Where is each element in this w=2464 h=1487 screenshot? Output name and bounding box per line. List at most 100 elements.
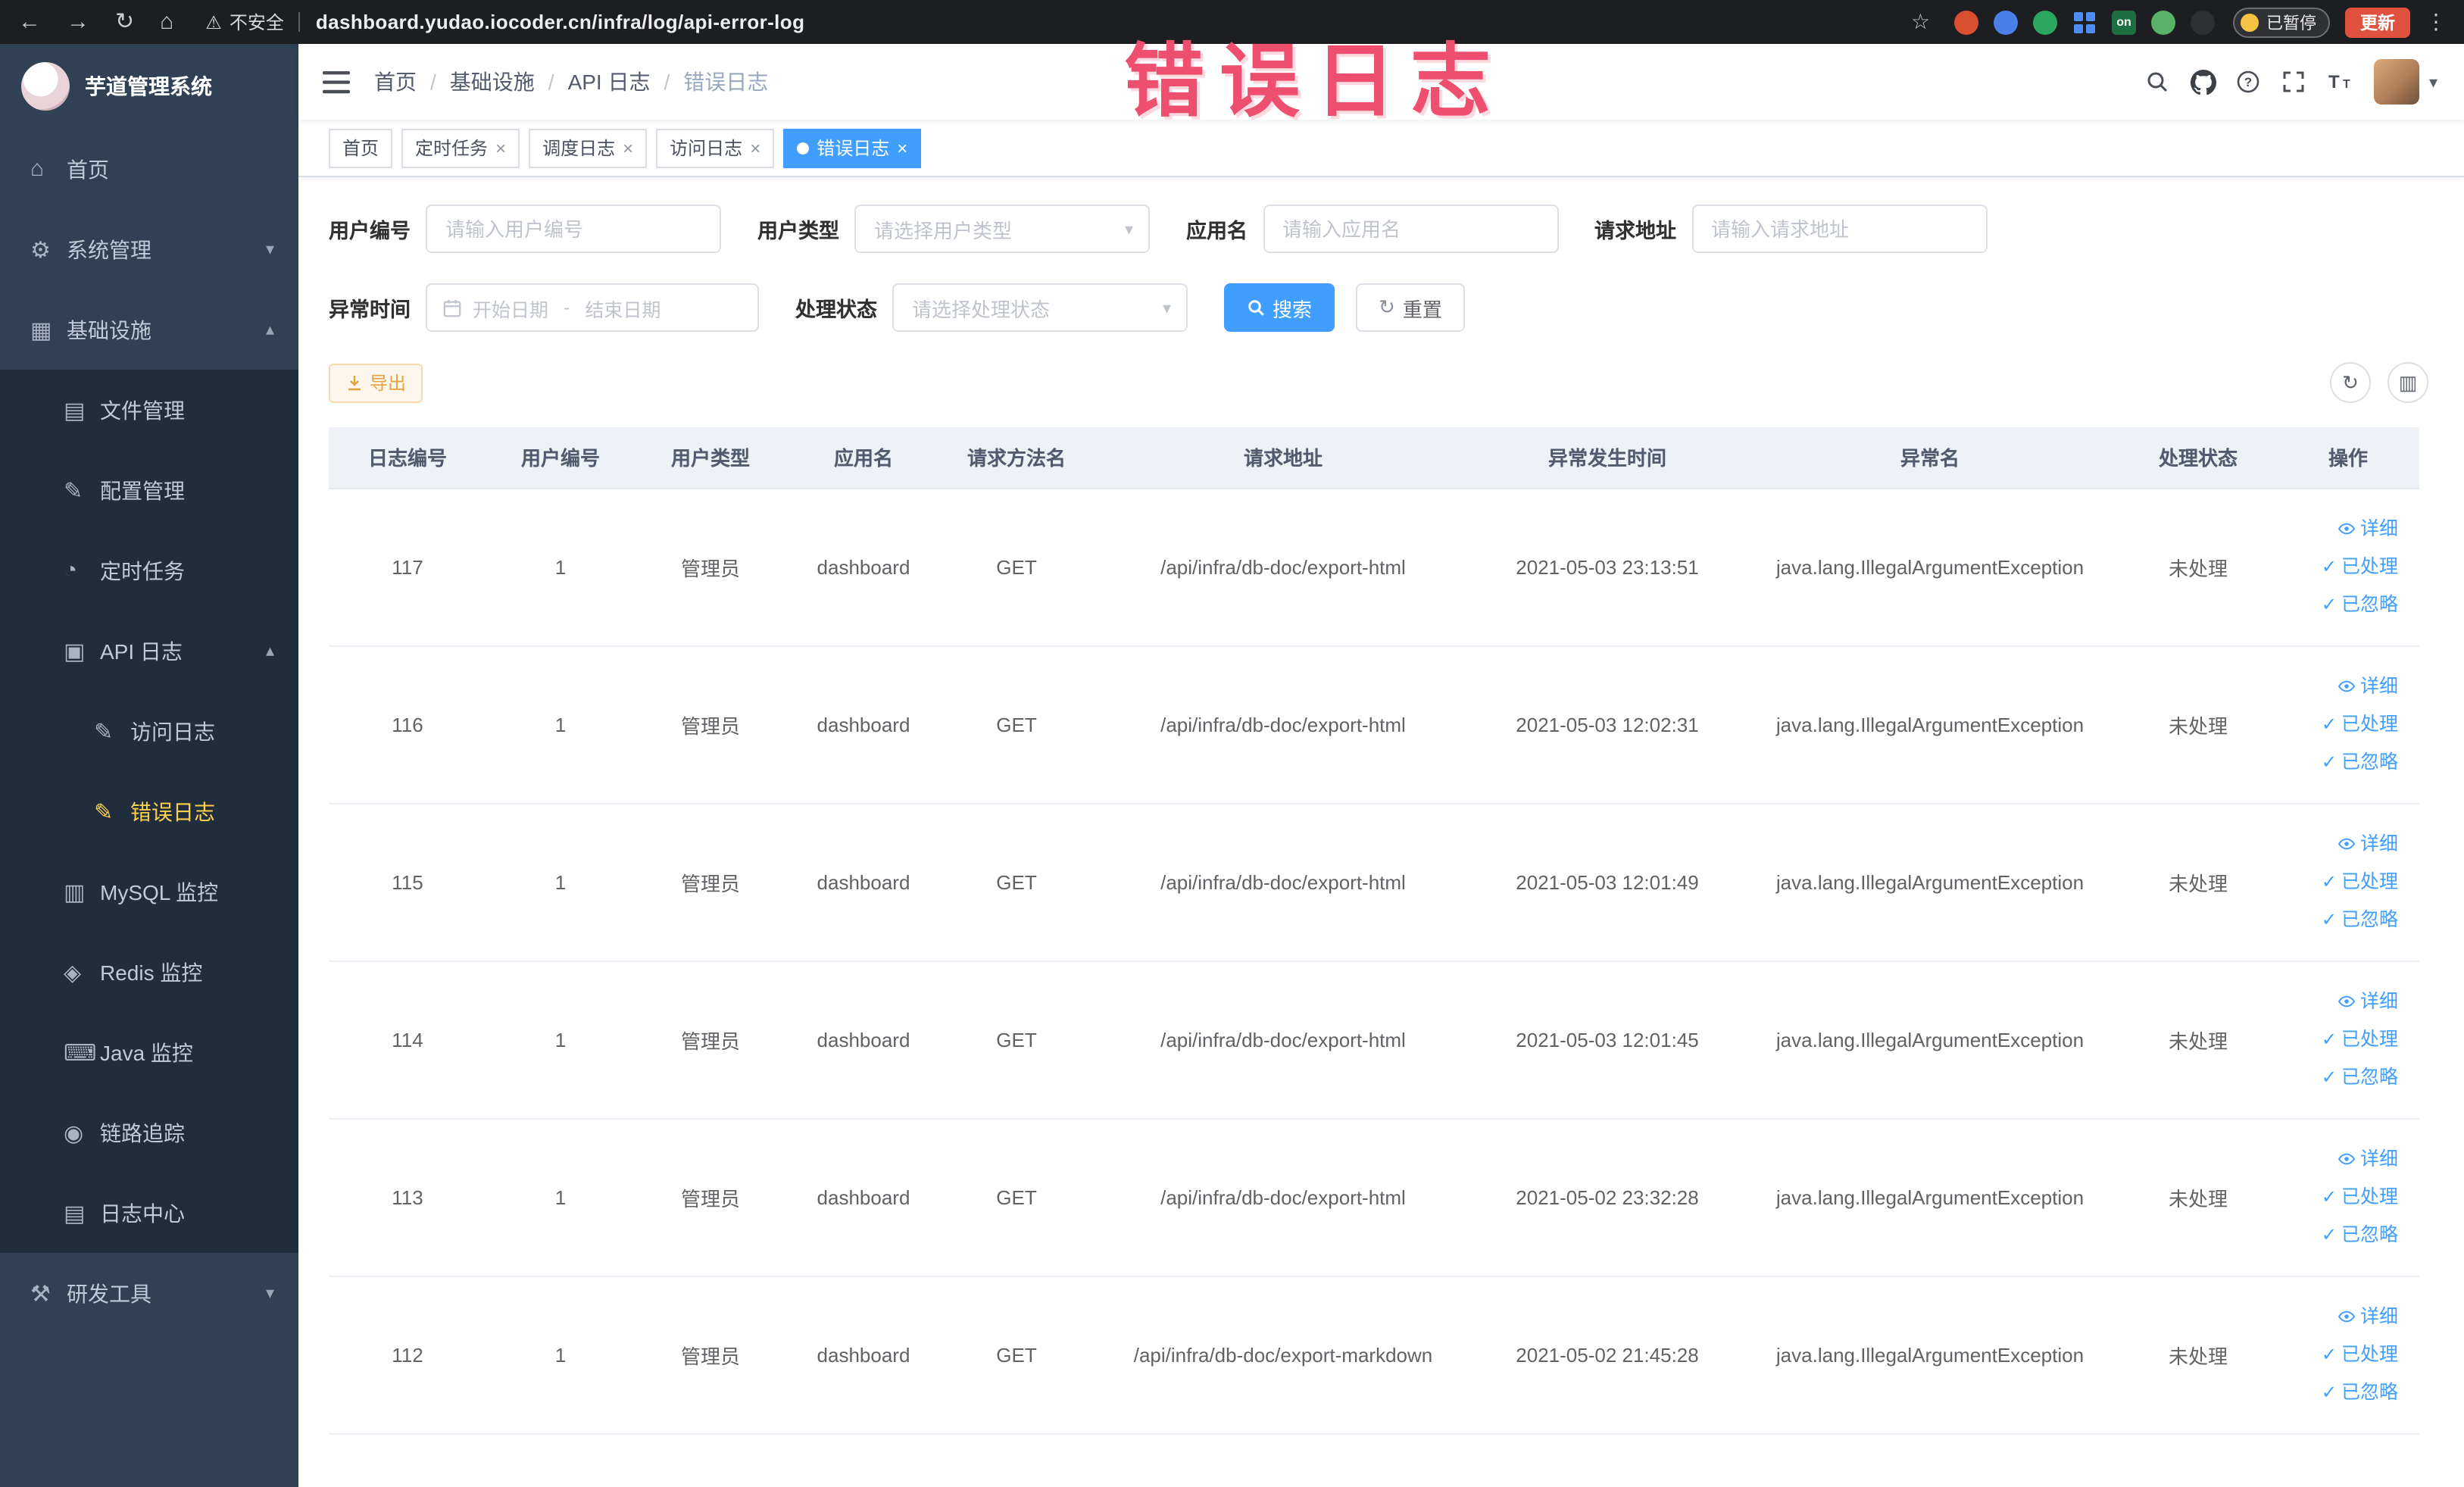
check-icon: ✓ <box>2321 1186 2337 1207</box>
help-icon[interactable]: ? <box>2226 59 2272 105</box>
mark-processed-link[interactable]: ✓ 已处理 <box>2286 548 2398 586</box>
sidebar-item-java-monitor[interactable]: ⌨ Java 监控 <box>0 1012 298 1092</box>
breadcrumb-item[interactable]: 基础设施 <box>450 67 535 97</box>
tab-access-log[interactable]: 访问日志 × <box>656 128 775 167</box>
breadcrumb-item[interactable]: API 日志 <box>568 67 651 97</box>
sidebar-item-api-log[interactable]: ▣ API 日志 ▴ <box>0 611 298 691</box>
close-icon[interactable]: × <box>495 137 506 158</box>
cell-exception-name: java.lang.IllegalArgumentException <box>1741 1118 2119 1276</box>
sidebar-item-label: 链路追踪 <box>100 1120 185 1145</box>
user-avatar[interactable] <box>2374 59 2420 105</box>
breadcrumb-item[interactable]: 首页 <box>374 67 417 97</box>
fullscreen-icon[interactable] <box>2272 59 2317 105</box>
extension-blue-icon[interactable] <box>1994 10 2018 34</box>
detail-link[interactable]: 详细 <box>2286 510 2398 548</box>
home-icon[interactable]: ⌂ <box>160 0 173 44</box>
bookmark-star-icon[interactable]: ☆ <box>1911 9 1930 35</box>
close-icon[interactable]: × <box>623 137 633 158</box>
paused-badge[interactable]: 已暂停 <box>2233 7 2330 37</box>
mark-ignored-link[interactable]: ✓ 已忽略 <box>2286 901 2398 939</box>
tab-schedule-log[interactable]: 调度日志 × <box>529 128 648 167</box>
reset-button[interactable]: ↻ 重置 <box>1356 283 1465 332</box>
sidebar-item-redis-monitor[interactable]: ◈ Redis 监控 <box>0 932 298 1012</box>
sidebar-item-config-mgmt[interactable]: ✎ 配置管理 <box>0 450 298 530</box>
refresh-table-button[interactable]: ↻ <box>2330 362 2371 403</box>
mark-processed-link[interactable]: ✓ 已处理 <box>2286 1178 2398 1216</box>
mark-ignored-link[interactable]: ✓ 已忽略 <box>2286 743 2398 781</box>
user-type-select[interactable]: 请选择用户类型 ▾ <box>854 205 1150 253</box>
view-icon <box>2338 1153 2356 1165</box>
request-url-input[interactable] <box>1691 205 1987 253</box>
sidebar-item-trace[interactable]: ◉ 链路追踪 <box>0 1092 298 1173</box>
extension-grid-icon[interactable] <box>2072 10 2097 34</box>
mark-processed-link[interactable]: ✓ 已处理 <box>2286 705 2398 743</box>
address-bar[interactable]: ⚠ 不安全 dashboard.yudao.iocoder.cn/infra/l… <box>205 9 1896 35</box>
page-content: 用户编号 用户类型 请选择用户类型 ▾ 应用名 <box>298 177 2464 1487</box>
mark-ignored-link[interactable]: ✓ 已忽略 <box>2286 586 2398 623</box>
detail-link[interactable]: 详细 <box>2286 982 2398 1020</box>
extension-green-icon[interactable] <box>2033 10 2057 34</box>
github-icon[interactable] <box>2181 59 2226 105</box>
mark-ignored-link[interactable]: ✓ 已忽略 <box>2286 1216 2398 1254</box>
detail-link[interactable]: 详细 <box>2286 1298 2398 1335</box>
document-icon: ✎ <box>94 799 114 825</box>
tab-error-log[interactable]: 错误日志 × <box>783 128 922 167</box>
check-icon: ✓ <box>2321 1028 2337 1049</box>
sidebar-item-infrastructure[interactable]: ▦ 基础设施 ▴ <box>0 289 298 370</box>
close-icon[interactable]: × <box>897 137 907 158</box>
sidebar-item-log-center[interactable]: ▤ 日志中心 <box>0 1173 298 1253</box>
logo[interactable]: 芋道管理系统 <box>0 44 298 129</box>
mark-processed-link[interactable]: ✓ 已处理 <box>2286 1335 2398 1373</box>
export-button[interactable]: 导出 <box>329 363 423 402</box>
detail-link[interactable]: 详细 <box>2286 825 2398 863</box>
font-size-icon[interactable]: TT <box>2317 59 2363 105</box>
sidebar-item-label: 研发工具 <box>67 1281 151 1305</box>
user-id-input[interactable] <box>426 205 721 253</box>
extension-paw-icon[interactable] <box>2191 10 2215 34</box>
user-type-label: 用户类型 <box>757 220 839 242</box>
reload-icon[interactable]: ↻ <box>115 0 134 44</box>
download-icon <box>348 375 361 390</box>
forward-icon[interactable]: → <box>67 0 89 44</box>
mark-ignored-link[interactable]: ✓ 已忽略 <box>2286 1058 2398 1096</box>
cell-exception-name: java.lang.IllegalArgumentException <box>1741 1276 2119 1434</box>
close-icon[interactable]: × <box>750 137 760 158</box>
process-status-label: 处理状态 <box>795 298 877 321</box>
sidebar-item-mysql-monitor[interactable]: ▥ MySQL 监控 <box>0 851 298 932</box>
sidebar-item-error-log[interactable]: ✎ 错误日志 <box>0 771 298 851</box>
exception-time-range-picker[interactable]: 开始日期 - 结束日期 <box>426 283 759 332</box>
detail-link[interactable]: 详细 <box>2286 667 2398 705</box>
mark-processed-link[interactable]: ✓ 已处理 <box>2286 863 2398 901</box>
tab-label: 调度日志 <box>542 138 616 159</box>
tab-home[interactable]: 首页 <box>329 128 393 167</box>
extension-on-icon[interactable]: on <box>2112 10 2136 34</box>
detail-link[interactable]: 详细 <box>2286 1140 2398 1178</box>
app-name-input[interactable] <box>1263 205 1558 253</box>
browser-menu-icon[interactable]: ⋮ <box>2425 9 2447 35</box>
update-button[interactable]: 更新 <box>2345 7 2410 37</box>
chevron-down-icon[interactable]: ▾ <box>2429 72 2437 92</box>
sidebar-item-system-mgmt[interactable]: ⚙ 系统管理 ▾ <box>0 209 298 289</box>
back-icon[interactable]: ← <box>18 0 41 44</box>
check-icon: ✓ <box>2321 1223 2337 1245</box>
chevron-down-icon: ▾ <box>1124 220 1133 239</box>
sidebar-item-access-log[interactable]: ✎ 访问日志 <box>0 691 298 771</box>
extension-sprout-icon[interactable] <box>2151 10 2175 34</box>
mark-ignored-link[interactable]: ✓ 已忽略 <box>2286 1373 2398 1411</box>
mark-processed-link[interactable]: ✓ 已处理 <box>2286 1020 2398 1058</box>
warning-icon: ⚠ <box>205 11 222 33</box>
col-request-url: 请求地址 <box>1092 427 1474 489</box>
request-url-label: 请求地址 <box>1594 220 1676 242</box>
sidebar-item-scheduled-jobs[interactable]: ◔ 定时任务 <box>0 530 298 611</box>
column-settings-button[interactable]: ▥ <box>2387 362 2428 403</box>
sidebar-item-file-mgmt[interactable]: ▤ 文件管理 <box>0 370 298 450</box>
sidebar-toggle-icon[interactable] <box>323 70 350 93</box>
sidebar-item-home[interactable]: ⌂ 首页 <box>0 129 298 209</box>
sidebar-item-label: 定时任务 <box>100 558 185 583</box>
search-button[interactable]: 搜索 <box>1224 283 1335 332</box>
sidebar-item-dev-tools[interactable]: ⚒ 研发工具 ▾ <box>0 1253 298 1333</box>
extension-red-icon[interactable] <box>1954 10 1978 34</box>
search-icon[interactable] <box>2135 59 2181 105</box>
tab-scheduled-jobs[interactable]: 定时任务 × <box>401 128 520 167</box>
process-status-select[interactable]: 请选择处理状态 ▾ <box>892 283 1188 332</box>
